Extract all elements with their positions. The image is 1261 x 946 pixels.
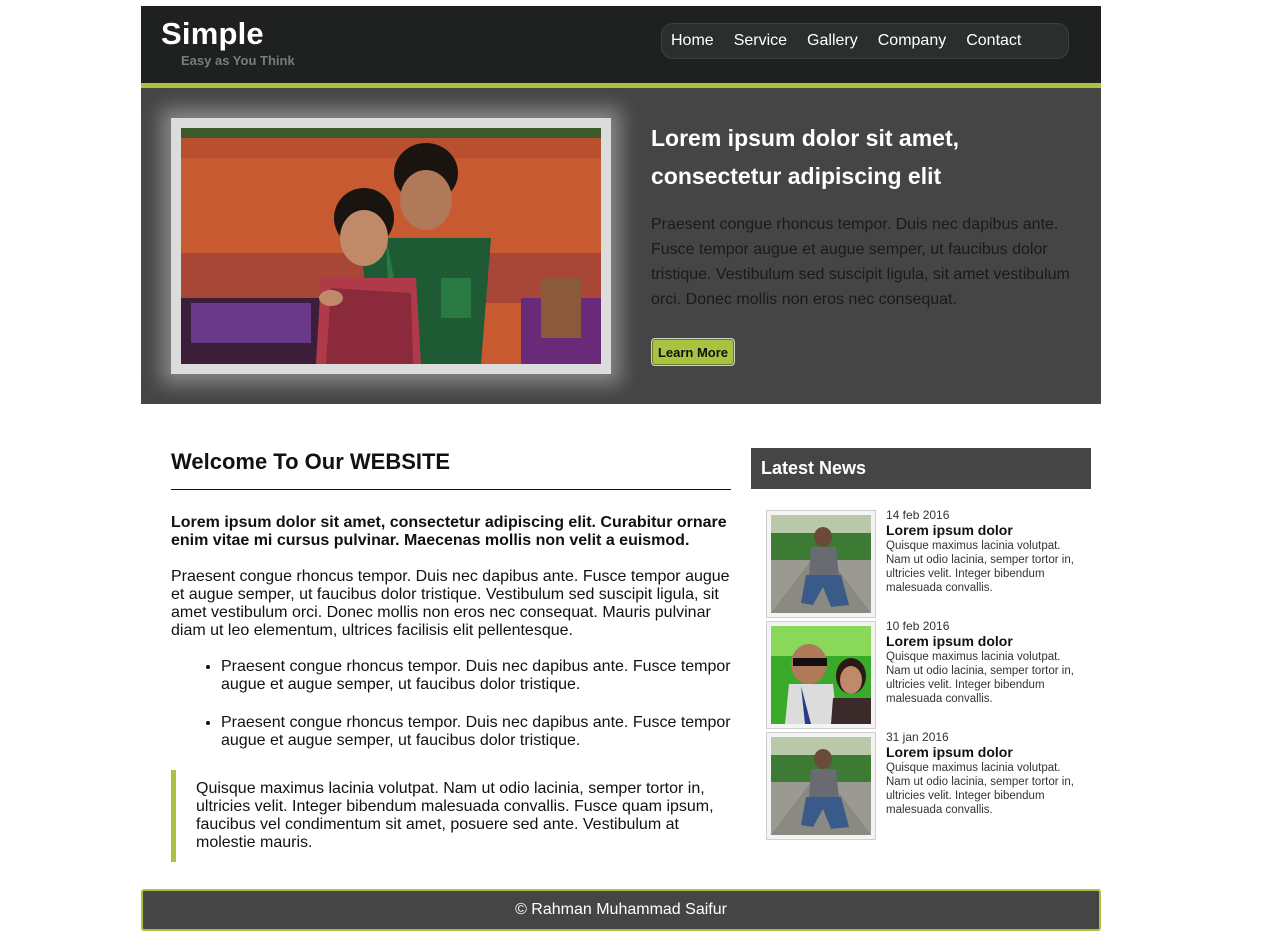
news-thumbnail[interactable]: [766, 621, 876, 729]
welcome-heading: Welcome To Our WEBSITE: [171, 448, 731, 490]
news-title[interactable]: Lorem ipsum dolor: [886, 522, 1013, 538]
list-item: Praesent congue rhoncus tempor. Duis nec…: [221, 658, 731, 694]
lead-paragraph: Lorem ipsum dolor sit amet, consectetur …: [171, 514, 727, 549]
news-thumbnail[interactable]: [766, 732, 876, 840]
blockquote: Quisque maximus lacinia volutpat. Nam ut…: [171, 770, 731, 862]
news-item[interactable]: 10 feb 2016 Lorem ipsum dolor Quisque ma…: [751, 619, 1091, 732]
list-item: Praesent congue rhoncus tempor. Duis nec…: [221, 714, 731, 750]
bullet-list: Praesent congue rhoncus tempor. Duis nec…: [171, 658, 731, 750]
news-date: 31 jan 2016: [886, 730, 949, 744]
news-photo: [771, 737, 871, 835]
news-photo: [771, 515, 871, 613]
news-date: 14 feb 2016: [886, 508, 950, 522]
news-title[interactable]: Lorem ipsum dolor: [886, 744, 1013, 760]
site-footer: © Rahman Muhammad Saifur: [141, 889, 1101, 931]
news-sidebar: Latest News 14 feb 2016 Lorem ipsum dolo…: [751, 448, 1091, 843]
news-excerpt: Quisque maximus lacinia volutpat. Nam ut…: [886, 540, 1074, 594]
news-excerpt: Quisque maximus lacinia volutpat. Nam ut…: [886, 762, 1074, 816]
news-item[interactable]: 14 feb 2016 Lorem ipsum dolor Quisque ma…: [751, 508, 1091, 621]
content-area: Welcome To Our WEBSITE Lorem ipsum dolor…: [141, 0, 1101, 946]
main-column: Welcome To Our WEBSITE Lorem ipsum dolor…: [171, 448, 731, 862]
news-photo: [771, 626, 871, 724]
news-date: 10 feb 2016: [886, 619, 950, 633]
news-excerpt: Quisque maximus lacinia volutpat. Nam ut…: [886, 651, 1074, 705]
news-item[interactable]: 31 jan 2016 Lorem ipsum dolor Quisque ma…: [751, 730, 1091, 843]
body-paragraph: Praesent congue rhoncus tempor. Duis nec…: [171, 568, 730, 639]
news-heading: Latest News: [751, 448, 1091, 489]
news-title[interactable]: Lorem ipsum dolor: [886, 633, 1013, 649]
news-thumbnail[interactable]: [766, 510, 876, 618]
